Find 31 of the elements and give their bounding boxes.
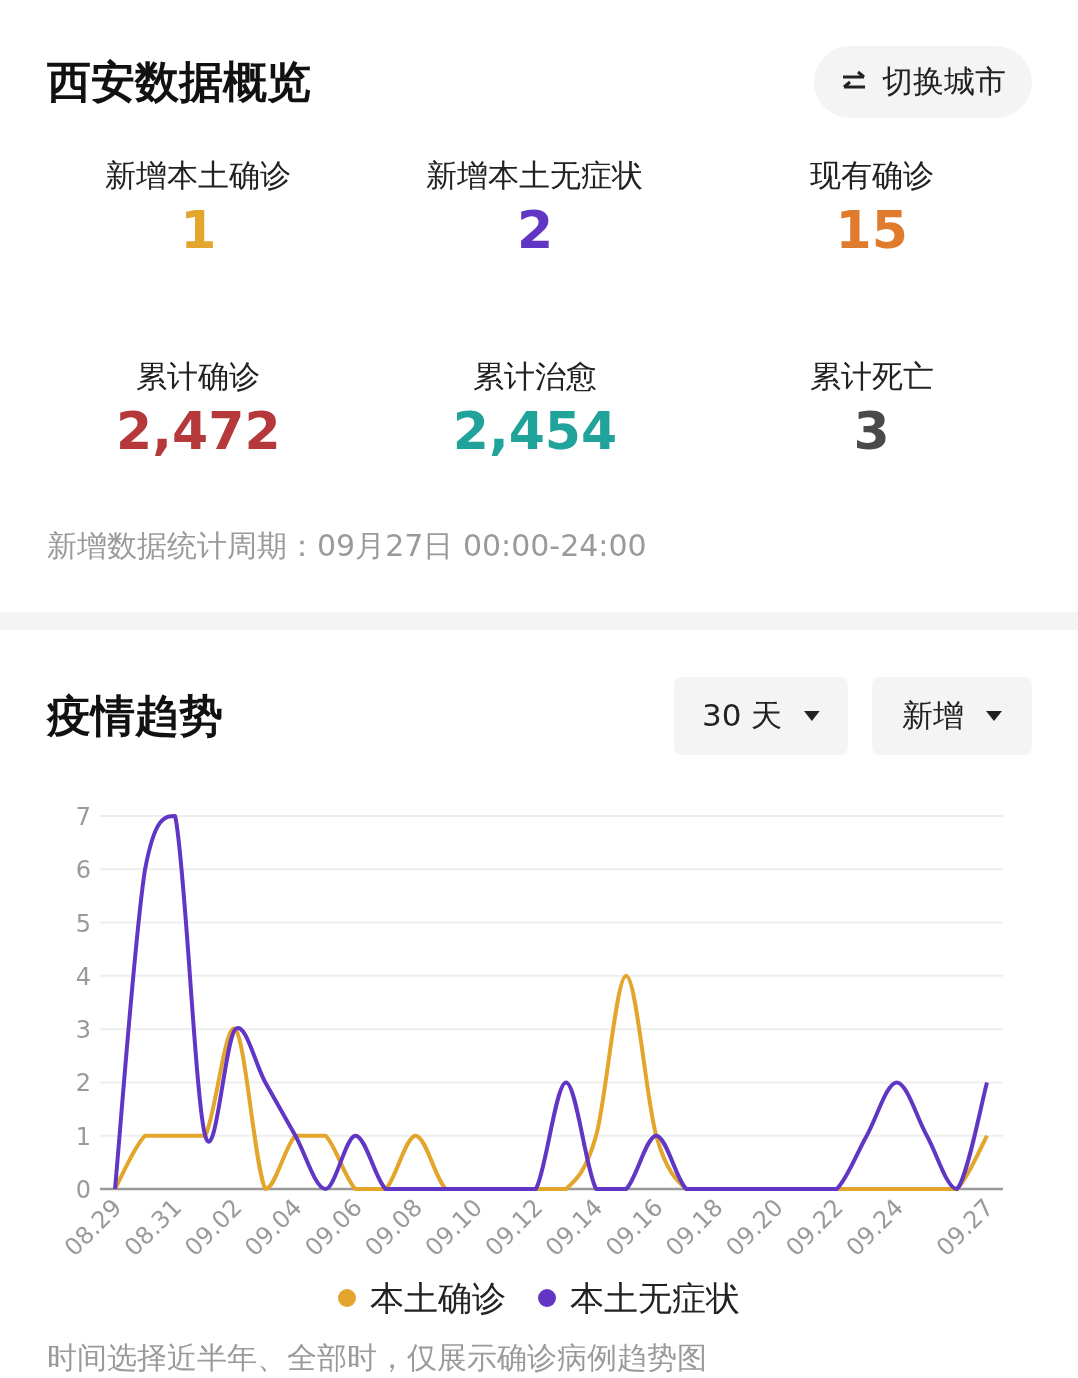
axis-tick-label: 3	[75, 1016, 91, 1045]
stat-value: 2,472	[116, 400, 281, 463]
filter-dropdown[interactable]: 30 天	[674, 677, 848, 755]
axis-tick-label: 1	[75, 1122, 91, 1151]
stat-label: 现有确诊	[809, 156, 934, 195]
stat-label: 新增本土确诊	[105, 156, 292, 195]
stat-value: 1	[180, 199, 217, 262]
caret-icon	[804, 711, 820, 721]
stat-label: 累计确诊	[136, 357, 261, 396]
axis-tick-label: 4	[75, 962, 91, 991]
stat-value: 3	[853, 400, 890, 463]
axis-tick-label: 0	[75, 1176, 91, 1204]
stat-label: 累计死亡	[809, 357, 934, 396]
stat-label: 累计治愈	[473, 357, 597, 396]
stat-value: 15	[835, 199, 908, 262]
period-note: 新增数据统计周期：09月27日 00:00-24:00	[47, 527, 648, 565]
axis-tick-label: 5	[75, 909, 91, 938]
axis-tick-label: 2	[75, 1069, 91, 1098]
caret-icon	[986, 711, 1002, 721]
section-title: 疫情趋势	[47, 689, 223, 743]
stat-value: 2	[516, 199, 554, 262]
stat-value: 2,454	[452, 400, 618, 463]
stat-label: 新增本土无症状	[426, 156, 644, 195]
chart-note: 时间选择近半年、全部时，仅展示确诊病例趋势图	[47, 1339, 708, 1377]
section-title: 西安数据概览	[47, 55, 311, 109]
axis-tick-label: 6	[75, 856, 91, 885]
axis-tick-label: 7	[75, 803, 91, 831]
switch-city-button[interactable]: 切换城市	[814, 46, 1032, 118]
filter-dropdown[interactable]: 新增	[872, 677, 1032, 755]
legend-label: 本土无症状	[570, 1277, 740, 1320]
legend-label: 本土确诊	[370, 1277, 506, 1320]
